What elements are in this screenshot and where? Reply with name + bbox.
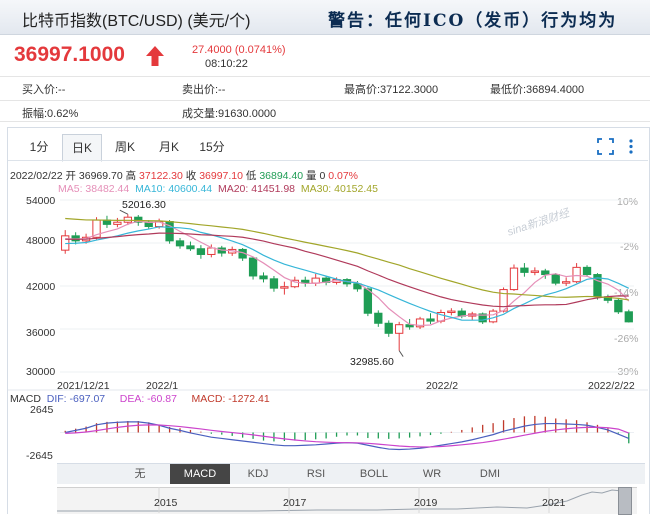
candle bbox=[530, 270, 540, 273]
macd-value-label: MACD: -1272.41 bbox=[191, 393, 270, 405]
candle bbox=[572, 266, 581, 283]
candle bbox=[113, 221, 122, 225]
candle bbox=[363, 288, 373, 314]
dif-label: DIF: -697.07 bbox=[46, 393, 106, 405]
candle bbox=[562, 281, 571, 284]
candle bbox=[248, 257, 258, 277]
min-annotation: 32985.60 bbox=[350, 356, 394, 368]
dif-line bbox=[65, 421, 630, 451]
x-tick-1: 2021/12/21 bbox=[57, 380, 110, 392]
macd-bottom-tick: -2645 bbox=[26, 450, 53, 462]
candle bbox=[123, 216, 132, 223]
candle bbox=[280, 286, 289, 289]
candle bbox=[384, 322, 393, 334]
candle bbox=[395, 324, 404, 334]
candle bbox=[259, 275, 268, 280]
x-tick-4: 2022/2/22 bbox=[588, 380, 635, 392]
tab-indicator-wr[interactable]: WR bbox=[405, 464, 459, 484]
year-2019: 2019 bbox=[414, 497, 438, 509]
candle bbox=[196, 248, 206, 255]
ma30-line bbox=[65, 217, 629, 301]
candle bbox=[551, 274, 560, 284]
tab-indicator-kdj[interactable]: KDJ bbox=[231, 464, 285, 484]
dea-label: DEA: -60.87 bbox=[119, 393, 177, 405]
min-pointer bbox=[398, 350, 404, 357]
candle bbox=[520, 267, 529, 273]
tab-indicator-rsi[interactable]: RSI bbox=[289, 464, 343, 484]
max-annotation: 52016.30 bbox=[122, 199, 166, 211]
candle bbox=[447, 310, 456, 314]
year-2017: 2017 bbox=[283, 497, 307, 509]
candle bbox=[175, 240, 185, 247]
candle bbox=[614, 299, 623, 313]
candlestick-chart bbox=[8, 199, 648, 451]
candle bbox=[207, 247, 216, 255]
candle bbox=[509, 267, 519, 291]
indicator-tabs: 无 MACD KDJ RSI BOLL WR DMI bbox=[57, 463, 645, 484]
macd-top-tick: 2645 bbox=[30, 404, 54, 416]
tab-indicator-macd[interactable]: MACD bbox=[170, 464, 230, 484]
tab-indicator-boll[interactable]: BOLL bbox=[347, 464, 401, 484]
candle bbox=[269, 278, 279, 289]
x-tick-2: 2022/1 bbox=[146, 380, 179, 392]
candle bbox=[426, 318, 435, 322]
tab-indicator-dmi[interactable]: DMI bbox=[463, 464, 517, 484]
candle bbox=[374, 312, 383, 324]
year-2015: 2015 bbox=[154, 497, 178, 509]
timeline-handle[interactable] bbox=[618, 487, 632, 515]
tab-indicator-none[interactable]: 无 bbox=[113, 464, 167, 484]
dea-line bbox=[65, 424, 629, 448]
x-tick-3: 2022/2 bbox=[426, 380, 459, 392]
candle bbox=[311, 277, 320, 284]
candle bbox=[186, 245, 195, 250]
year-2021: 2021 bbox=[542, 497, 566, 509]
candle bbox=[582, 266, 592, 276]
candle bbox=[624, 311, 633, 323]
candle bbox=[541, 270, 550, 276]
